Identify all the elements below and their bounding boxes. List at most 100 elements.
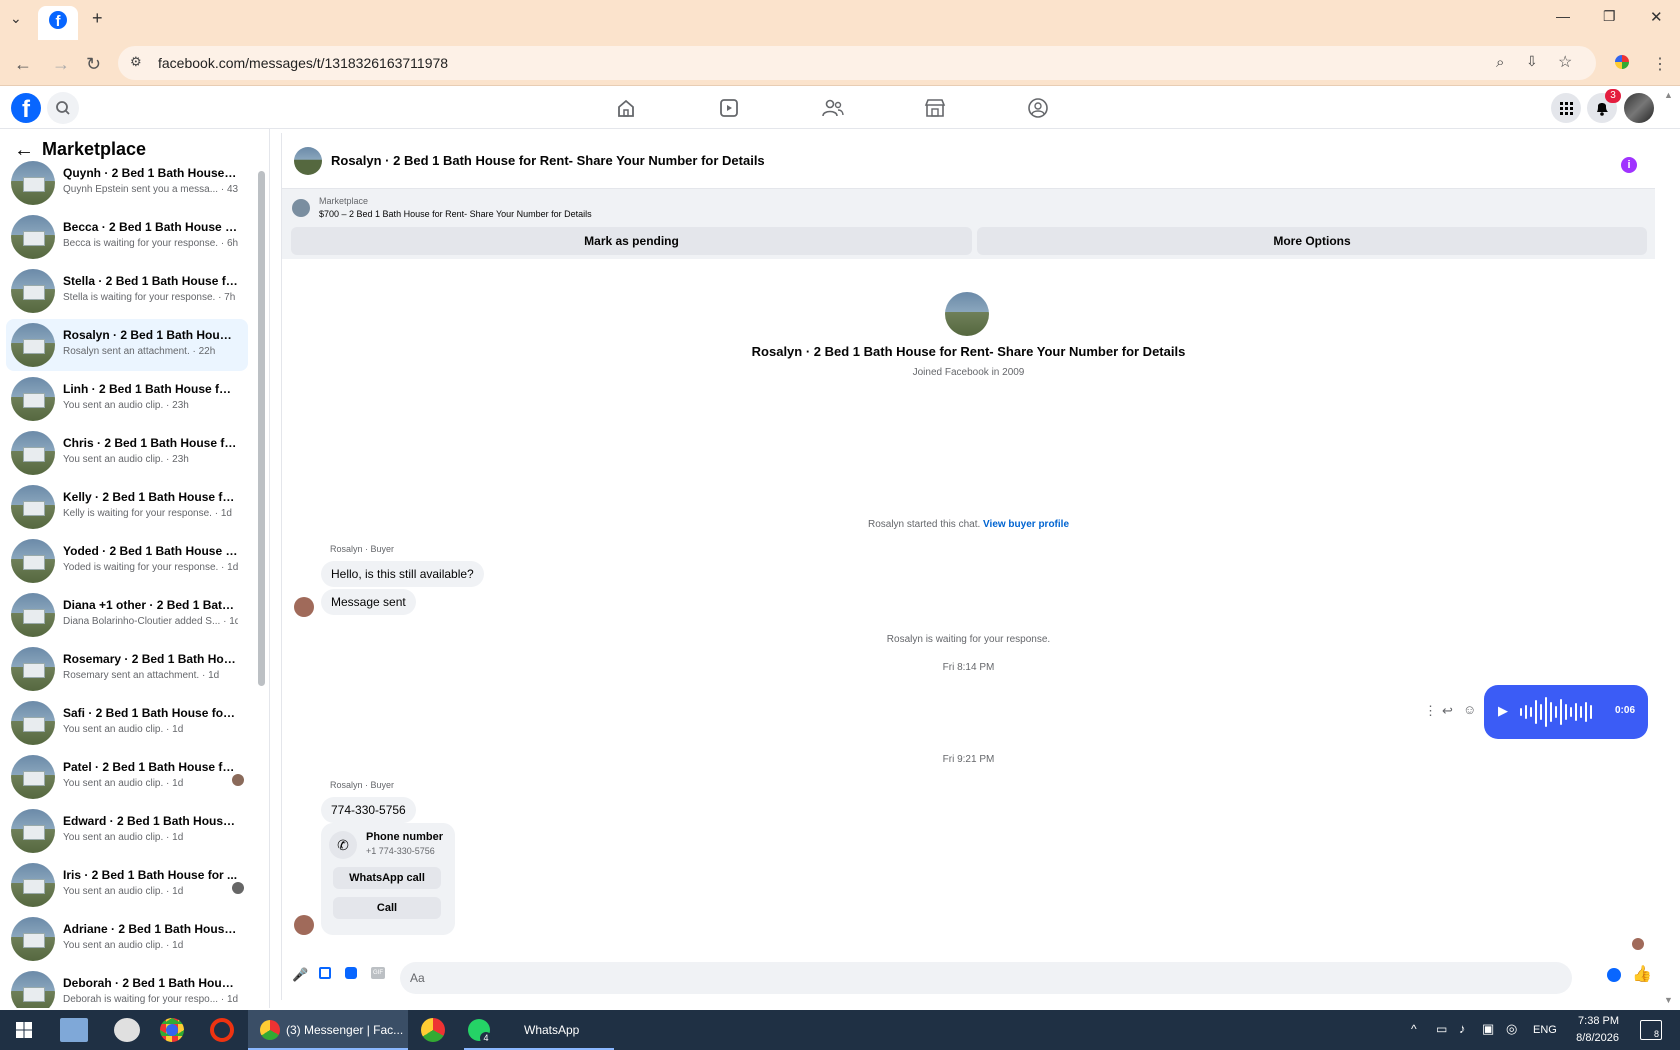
tray-chevron-icon[interactable]: ^ [1411, 1022, 1417, 1036]
chat-panel: Rosalyn · 2 Bed 1 Bath House for Rent- S… [281, 133, 1655, 1000]
chrome-icon[interactable] [421, 1018, 445, 1042]
menu-grid-icon[interactable] [1551, 93, 1581, 123]
buyer-avatar[interactable] [294, 597, 314, 617]
chat-title[interactable]: Rosalyn · 2 Bed 1 Bath House for Rent- S… [331, 153, 765, 168]
home-icon[interactable] [606, 93, 646, 123]
microphone-icon[interactable]: 🎤 [292, 967, 308, 983]
listing-avatar [11, 809, 55, 853]
language-indicator[interactable]: ENG [1533, 1024, 1557, 1036]
taskbar-whatsapp[interactable]: 4 WhatsApp [464, 1010, 614, 1050]
listing-avatar [11, 323, 55, 367]
chrome-icon[interactable] [160, 1018, 184, 1042]
notification-center-icon[interactable]: 8 [1640, 1020, 1662, 1040]
groups-icon[interactable] [1018, 93, 1058, 123]
photo-icon[interactable] [319, 967, 331, 979]
conversation-item[interactable]: Quynh · 2 Bed 1 Bath House for... Quynh E… [6, 157, 248, 209]
sticker-icon[interactable] [345, 967, 357, 979]
mark-pending-button[interactable]: Mark as pending [291, 227, 972, 255]
bookmark-star-icon[interactable]: ☆ [1558, 52, 1572, 72]
gif-icon[interactable]: GIF [371, 967, 385, 979]
network-icon[interactable]: ▣ [1482, 1021, 1494, 1037]
video-icon[interactable] [709, 93, 749, 123]
conversation-item[interactable]: Yoded · 2 Bed 1 Bath House for ... Yoded … [6, 535, 248, 587]
conversation-item[interactable]: Patel · 2 Bed 1 Bath House fo... You sent… [6, 751, 248, 803]
conversation-item[interactable]: Stella · 2 Bed 1 Bath House for ... Stell… [6, 265, 248, 317]
conversation-item[interactable]: Diana +1 other · 2 Bed 1 Bath H... Diana … [6, 589, 248, 641]
listing-title[interactable]: $700 – 2 Bed 1 Bath House for Rent- Shar… [319, 209, 592, 219]
profile-icon[interactable] [1612, 52, 1632, 72]
marketplace-icon[interactable] [915, 93, 955, 123]
app-icon[interactable] [60, 1018, 88, 1042]
play-icon[interactable]: ▶ [1498, 703, 1508, 719]
more-options-button[interactable]: More Options [977, 227, 1647, 255]
install-icon[interactable]: ⇩ [1526, 53, 1538, 70]
zoom-icon[interactable]: ⌕ [1496, 54, 1504, 71]
conversation-item[interactable]: Iris · 2 Bed 1 Bath House for ... You sen… [6, 859, 248, 911]
listing-thumb[interactable] [292, 199, 310, 217]
conversation-item[interactable]: Kelly · 2 Bed 1 Bath House for R... Kelly… [6, 481, 248, 533]
conversation-item[interactable]: Safi · 2 Bed 1 Bath House for Re... You s… [6, 697, 248, 749]
message-bubble[interactable]: Hello, is this still available? [321, 561, 484, 587]
menu-icon[interactable]: ⋮ [1652, 54, 1668, 74]
conversation-item[interactable]: Adriane · 2 Bed 1 Bath House fo... You se… [6, 913, 248, 965]
whatsapp-call-button[interactable]: WhatsApp call [333, 867, 441, 889]
minimize-button[interactable]: — [1556, 8, 1570, 24]
battery-icon[interactable]: ▭ [1436, 1022, 1447, 1036]
search-icon[interactable] [47, 92, 79, 124]
address-bar[interactable]: ⚙ facebook.com/messages/t/13183261637119… [118, 46, 1596, 80]
message-input[interactable]: Aa [400, 962, 1572, 994]
emoji-icon[interactable] [1607, 968, 1621, 982]
reply-icon[interactable]: ↩ [1442, 703, 1453, 719]
listing-avatar [11, 917, 55, 961]
clock-time[interactable]: 7:38 PM [1576, 1015, 1619, 1027]
conversation-item[interactable]: Becca · 2 Bed 1 Bath House for ... Becca … [6, 211, 248, 263]
back-icon[interactable]: ← [14, 54, 32, 75]
like-icon[interactable]: 👍 [1632, 964, 1652, 984]
page-scroll-down-icon[interactable]: ▼ [1664, 995, 1673, 1005]
clock-date[interactable]: 8/8/2026 [1569, 1032, 1619, 1044]
conversation-item[interactable]: Linh · 2 Bed 1 Bath House for R... You se… [6, 373, 248, 425]
volume-icon[interactable]: ♪ [1459, 1021, 1466, 1036]
view-buyer-profile-link[interactable]: View buyer profile [983, 519, 1069, 530]
restore-button[interactable]: ❐ [1603, 8, 1616, 25]
conversation-item[interactable]: Edward · 2 Bed 1 Bath House fo... You sen… [6, 805, 248, 857]
profile-avatar[interactable] [945, 292, 989, 336]
site-info-icon[interactable]: ⚙ [130, 54, 142, 70]
new-tab-button[interactable]: + [92, 8, 103, 29]
react-icon[interactable]: ☺ [1463, 702, 1476, 717]
conversation-name: Iris · 2 Bed 1 Bath House for ... [63, 868, 238, 882]
account-avatar[interactable] [1624, 93, 1654, 123]
listing-avatar [11, 269, 55, 313]
taskbar-messenger[interactable]: (3) Messenger | Fac... [248, 1010, 408, 1050]
buyer-avatar[interactable] [294, 915, 314, 935]
forward-icon[interactable]: → [52, 54, 70, 75]
start-icon[interactable] [16, 1022, 32, 1038]
chat-avatar[interactable] [294, 147, 322, 175]
more-actions-icon[interactable]: ⋮ [1424, 703, 1437, 719]
conversation-item[interactable]: Rosemary · 2 Bed 1 Bath House ... Rosemar… [6, 643, 248, 695]
message-bubble[interactable]: Message sent [321, 589, 416, 615]
conversation-item-selected[interactable]: Rosalyn · 2 Bed 1 Bath House fo... Rosaly… [6, 319, 248, 371]
reload-icon[interactable]: ↻ [86, 54, 101, 75]
conversation-preview: You sent an audio clip. · 1d [63, 778, 184, 789]
tab-list-icon[interactable]: ⌄ [10, 10, 22, 27]
listing-avatar [11, 215, 55, 259]
audio-clip[interactable]: ▶ 0:06 [1484, 685, 1648, 739]
call-button[interactable]: Call [333, 897, 441, 919]
conversation-item[interactable]: Deborah · 2 Bed 1 Bath House f... Deborah… [6, 967, 248, 1008]
timestamp: Fri 9:21 PM [942, 754, 995, 765]
app-icon[interactable] [114, 1018, 140, 1042]
message-bubble[interactable]: 774-330-5756 [321, 797, 416, 823]
page-scroll-up-icon[interactable]: ▲ [1664, 90, 1673, 100]
info-icon[interactable]: i [1621, 157, 1637, 173]
joined-text: Joined Facebook in 2009 [912, 367, 1025, 378]
tab-facebook[interactable]: f [38, 6, 78, 40]
conversation-item[interactable]: Chris · 2 Bed 1 Bath House for R... You s… [6, 427, 248, 479]
sync-icon[interactable]: ◎ [1506, 1021, 1517, 1037]
close-window-button[interactable]: ✕ [1650, 8, 1663, 26]
friends-icon[interactable] [813, 93, 853, 123]
opera-icon[interactable] [210, 1018, 234, 1042]
sidebar-scrollbar[interactable] [258, 171, 265, 686]
facebook-logo[interactable]: f [11, 93, 41, 123]
conversation-name: Rosalyn · 2 Bed 1 Bath House fo... [63, 328, 238, 342]
